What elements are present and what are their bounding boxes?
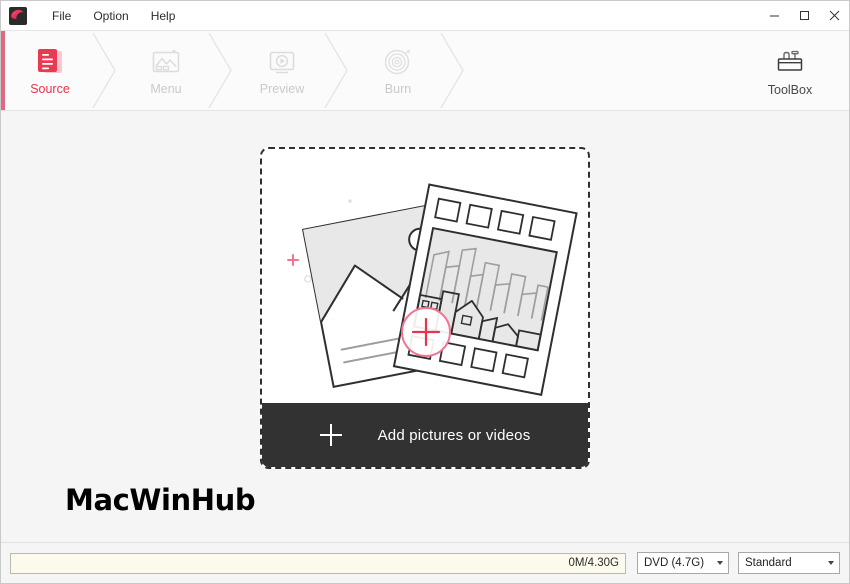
documents-icon — [38, 49, 62, 74]
minimize-button[interactable] — [759, 1, 789, 30]
chevron-right-icon — [92, 32, 116, 109]
step-list: Source Menu Preview Burn — [5, 31, 469, 110]
chevron-right-icon — [324, 32, 348, 109]
toolbox-button[interactable]: ToolBox — [749, 31, 831, 110]
capacity-label: 0M/4.30G — [568, 557, 620, 569]
menu-icon-wrap — [149, 45, 183, 79]
menu-bar: File Option Help — [41, 1, 186, 30]
step-source-label: Source — [30, 82, 70, 97]
photos-and-filmstrip-illustration — [287, 183, 578, 397]
step-preview[interactable]: Preview — [237, 31, 327, 110]
step-divider-4 — [440, 31, 469, 110]
window-controls — [759, 1, 849, 30]
preview-icon-wrap — [265, 45, 299, 79]
maximize-icon — [799, 11, 809, 20]
chevron-right-icon — [208, 32, 232, 109]
status-bar: 0M/4.30G DVD (4.7G) Standard — [1, 542, 849, 583]
step-menu[interactable]: Menu — [121, 31, 211, 110]
plus-circle-icon — [401, 307, 451, 357]
media-dropzone[interactable]: Add pictures or videos — [260, 147, 590, 469]
close-button[interactable] — [819, 1, 849, 30]
step-divider-2 — [208, 31, 237, 110]
disc-type-value: DVD (4.7G) — [644, 557, 705, 569]
step-divider-1 — [92, 31, 121, 110]
plus-icon — [319, 424, 342, 446]
add-media-label: Add pictures or videos — [377, 426, 531, 444]
capacity-progress-bar: 0M/4.30G — [10, 552, 626, 574]
chevron-down-icon — [823, 561, 839, 565]
menu-item-option[interactable]: Option — [82, 6, 139, 26]
watermark-text: MacWinHub — [65, 483, 256, 517]
toolbox-label: ToolBox — [767, 82, 813, 97]
application-window: File Option Help Source Menu Preview Bur… — [0, 0, 850, 584]
toolbox-icon-wrap — [773, 45, 807, 79]
close-icon — [829, 10, 839, 21]
chevron-down-icon — [712, 561, 728, 565]
step-burn[interactable]: Burn — [353, 31, 443, 110]
step-preview-label: Preview — [259, 82, 305, 97]
menu-item-file[interactable]: File — [41, 6, 82, 26]
source-icon-wrap — [33, 45, 67, 79]
maximize-button[interactable] — [789, 1, 819, 30]
burn-icon-wrap — [381, 45, 415, 79]
add-media-button[interactable]: Add pictures or videos — [262, 403, 588, 467]
step-divider-3 — [324, 31, 353, 110]
step-menu-label: Menu — [150, 82, 182, 97]
step-burn-label: Burn — [384, 82, 412, 97]
main-content: Add pictures or videos MacWinHub — [1, 111, 849, 542]
dropzone-illustration — [262, 149, 588, 403]
minimize-icon — [769, 15, 779, 17]
title-bar: File Option Help — [1, 1, 849, 31]
step-toolbar: Source Menu Preview Burn ToolBox — [1, 31, 849, 111]
disc-type-select[interactable]: DVD (4.7G) — [637, 552, 729, 574]
image-frame-icon — [152, 50, 180, 73]
quality-select[interactable]: Standard — [738, 552, 840, 574]
quality-value: Standard — [745, 557, 792, 569]
app-logo-icon — [9, 6, 27, 25]
step-source[interactable]: Source — [5, 31, 95, 110]
chevron-right-icon — [440, 32, 464, 109]
toolbox-icon — [777, 50, 803, 71]
menu-item-help[interactable]: Help — [140, 6, 187, 26]
play-screen-icon — [269, 51, 295, 74]
disc-icon — [384, 49, 411, 75]
